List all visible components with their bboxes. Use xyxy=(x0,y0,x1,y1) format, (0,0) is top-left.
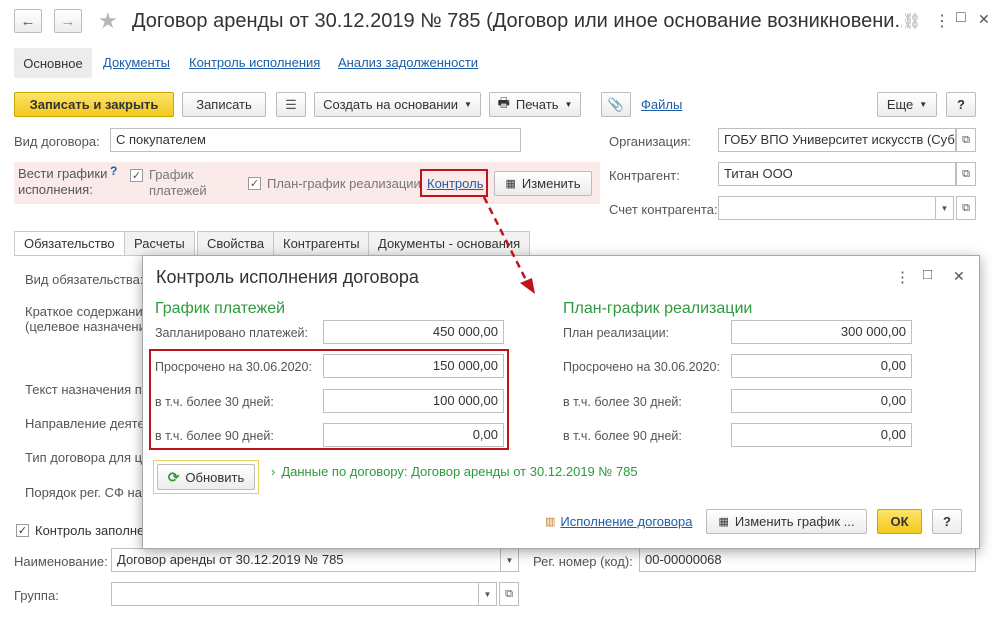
annotation-arrow-head xyxy=(520,278,535,294)
annotation-arrow-line xyxy=(482,196,529,283)
annotation-arrow xyxy=(482,196,535,294)
